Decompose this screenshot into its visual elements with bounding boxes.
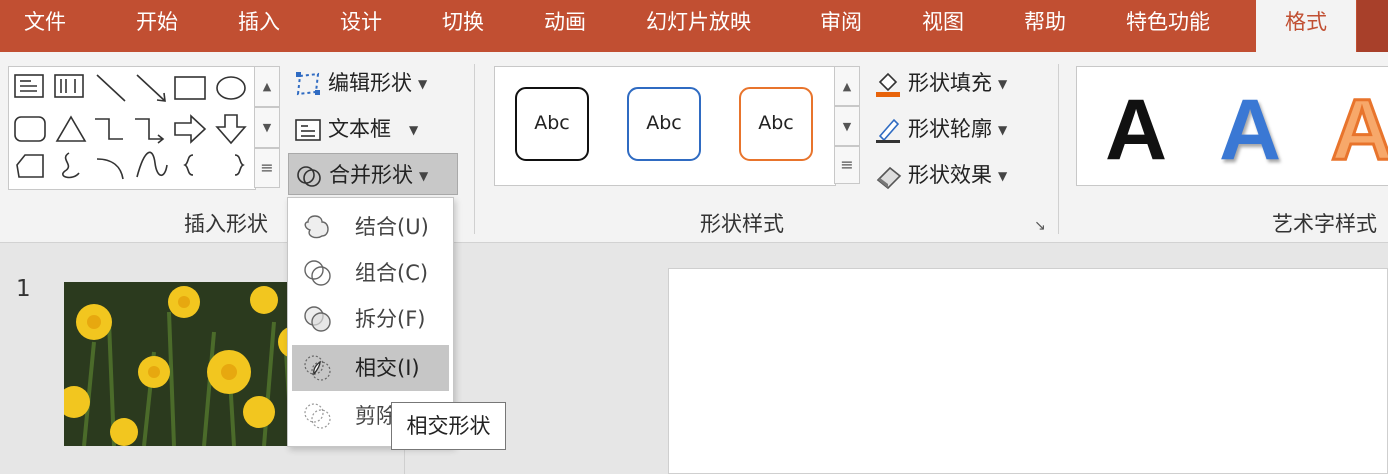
merge-shapes-icon	[297, 166, 321, 187]
gallery-scroll-up-button[interactable]: ▲	[254, 66, 280, 107]
merge-shapes-button[interactable]: 合并形状 ▼	[288, 153, 458, 195]
down-arrow-shape-icon	[215, 114, 247, 145]
fragment-icon	[304, 306, 331, 332]
intersect-icon	[304, 355, 331, 381]
shape-outline-button[interactable]: 形状轮廓 ▼	[874, 112, 1007, 146]
rectangle-shape-icon	[174, 76, 206, 100]
tab-help[interactable]: 帮助	[1024, 0, 1066, 44]
shape-gallery-icons	[14, 74, 247, 180]
tab-features[interactable]: 特色功能	[1126, 0, 1210, 44]
menu-item-combine[interactable]: 组合(C)	[292, 250, 449, 296]
arc-shape-icon	[96, 158, 124, 180]
slide-canvas[interactable]	[668, 268, 1388, 474]
tab-animations[interactable]: 动画	[544, 0, 586, 44]
tab-transitions[interactable]: 切换	[442, 0, 484, 44]
gallery-more-button[interactable]: ≡	[254, 148, 280, 188]
ribbon-panel: ▲ ▼ ≡ 编辑形状 ▼ 文本框 ▼ 合并形状 ▼ 插入形状 Abc Abc Abc …	[0, 52, 1388, 243]
union-icon	[304, 215, 329, 239]
styles-more-button[interactable]: ≡	[834, 146, 860, 184]
slide-number: 1	[16, 276, 31, 302]
group-divider	[1058, 64, 1059, 234]
tab-design[interactable]: 设计	[340, 0, 382, 44]
tab-view[interactable]: 视图	[922, 0, 964, 44]
text-box-button[interactable]: 文本框 ▼	[294, 112, 418, 146]
paint-bucket-icon	[876, 72, 900, 97]
gallery-scroll-down-button[interactable]: ▼	[254, 107, 280, 148]
freeform-shape-icon	[16, 154, 44, 178]
group-divider	[474, 64, 475, 234]
triangle-shape-icon	[55, 115, 87, 142]
left-brace-icon	[183, 154, 194, 176]
slide-thumbnail[interactable]	[64, 282, 304, 446]
menu-item-union[interactable]: 结合(U)	[292, 204, 449, 250]
right-brace-icon	[234, 154, 245, 176]
shape-style-black[interactable]: Abc	[515, 87, 589, 161]
vertical-textbox-icon	[54, 74, 84, 98]
styles-scroll-down-button[interactable]: ▼	[834, 106, 860, 146]
wordart-style-orange[interactable]: A	[1329, 86, 1388, 175]
edit-shape-button[interactable]: 编辑形状 ▼	[294, 66, 427, 100]
shape-styles-group-label: 形状样式	[700, 212, 784, 236]
subtract-icon	[304, 403, 331, 429]
insert-shapes-group-label: 插入形状	[184, 212, 268, 236]
rounded-rect-icon	[14, 116, 46, 142]
shape-style-blue[interactable]: Abc	[627, 87, 701, 161]
scribble-shape-icon	[62, 152, 80, 179]
tab-slideshow[interactable]: 幻灯片放映	[646, 0, 751, 44]
shape-effects-icon	[876, 166, 902, 190]
shape-style-gallery[interactable]: Abc Abc Abc	[494, 66, 836, 186]
line-shape-icon	[96, 74, 126, 102]
tab-file[interactable]: 文件	[24, 0, 66, 44]
curve-shape-icon	[136, 151, 168, 178]
tab-home[interactable]: 开始	[136, 0, 178, 44]
intersect-tooltip: 相交形状	[391, 402, 506, 450]
tab-bar-edge	[1357, 0, 1388, 52]
daffodil-thumbnail-image	[64, 282, 304, 446]
edit-shape-icon	[296, 72, 320, 96]
pencil-outline-icon	[876, 118, 900, 143]
menu-item-fragment[interactable]: 拆分(F)	[292, 296, 449, 342]
shape-fill-button[interactable]: 形状填充 ▼	[874, 66, 1007, 100]
dialog-launcher-icon[interactable]: ↘	[1034, 218, 1046, 234]
arrow-line-icon	[136, 74, 166, 102]
wordart-group-label: 艺术字样式	[1272, 212, 1377, 236]
styles-scroll-up-button[interactable]: ▲	[834, 66, 860, 106]
right-arrow-shape-icon	[174, 114, 207, 144]
elbow-connector-icon	[95, 118, 123, 140]
menu-item-intersect[interactable]: 相交(I)	[292, 345, 449, 391]
tab-insert[interactable]: 插入	[238, 0, 280, 44]
combine-icon	[304, 260, 331, 286]
shape-effects-button[interactable]: 形状效果 ▼	[874, 158, 1007, 192]
shape-style-orange[interactable]: Abc	[739, 87, 813, 161]
ribbon-tab-bar: 文件 开始 插入 设计 切换 动画 幻灯片放映 审阅 视图 帮助 特色功能 格式	[0, 0, 1388, 54]
shape-gallery[interactable]	[8, 66, 256, 190]
oval-shape-icon	[216, 76, 246, 100]
wordart-style-blue[interactable]: A	[1219, 87, 1281, 173]
text-box-icon	[295, 119, 321, 141]
wordart-gallery[interactable]: A A A	[1076, 66, 1388, 186]
tab-review[interactable]: 审阅	[820, 0, 862, 44]
wordart-style-black[interactable]: A	[1105, 87, 1167, 173]
tab-format[interactable]: 格式	[1256, 0, 1356, 54]
